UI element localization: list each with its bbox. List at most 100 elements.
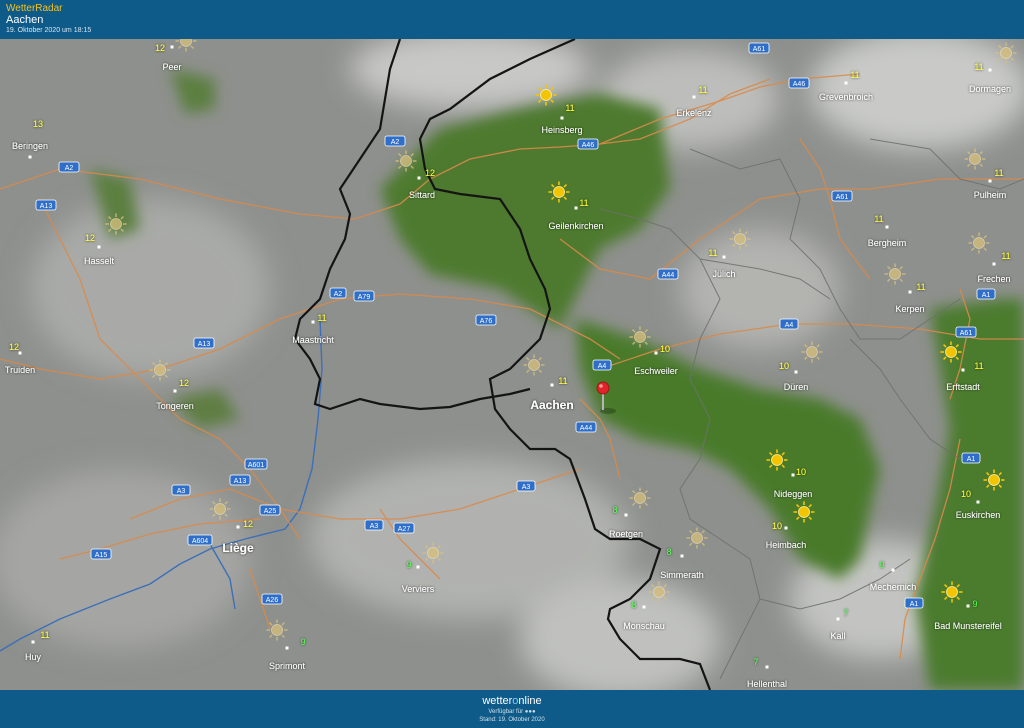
city-name: Peer bbox=[162, 62, 181, 72]
city-name: Pulheim bbox=[974, 190, 1007, 200]
temperature-label: 11 bbox=[579, 198, 588, 208]
city-dot bbox=[170, 45, 174, 49]
city-name: Roetgen bbox=[609, 529, 643, 539]
temperature-label: 11 bbox=[850, 70, 859, 80]
city-dot bbox=[173, 389, 177, 393]
city-dot bbox=[992, 262, 996, 266]
city-dot bbox=[31, 640, 35, 644]
sun-icon bbox=[395, 150, 417, 172]
weather-map[interactable]: A61 A46 A2 A46 A2 A13 A61 A44 A2 A79 A76… bbox=[0, 39, 1024, 690]
city-name: Kall bbox=[830, 631, 845, 641]
road-label: A3 bbox=[522, 484, 531, 491]
temperature-label: 11 bbox=[317, 313, 326, 323]
temperature-label: 11 bbox=[994, 168, 1003, 178]
road-label: A13 bbox=[40, 203, 53, 210]
road-label: A25 bbox=[264, 508, 277, 515]
city-dot bbox=[885, 225, 889, 229]
city-dot bbox=[416, 565, 420, 569]
sun-icon bbox=[941, 581, 963, 603]
temperature-label: 12 bbox=[425, 168, 435, 178]
road-label: A44 bbox=[580, 425, 593, 432]
location-title: Aachen bbox=[6, 14, 44, 26]
road-label: A79 bbox=[358, 294, 371, 301]
city-dot bbox=[794, 370, 798, 374]
city-dot bbox=[97, 245, 101, 249]
temperature-label: 13 bbox=[33, 119, 43, 129]
temperature-label: 11 bbox=[1001, 251, 1010, 261]
road-label: A4 bbox=[598, 363, 607, 370]
city-dot bbox=[791, 473, 795, 477]
temperature-label: 9 bbox=[879, 560, 884, 570]
app-header: WetterRadar Aachen 19. Oktober 2020 um 1… bbox=[0, 0, 1024, 39]
sun-icon bbox=[766, 449, 788, 471]
brand-prefix: wetter bbox=[482, 695, 513, 707]
road-label: A76 bbox=[480, 318, 493, 325]
sun-icon bbox=[983, 469, 1005, 491]
road-label: A27 bbox=[398, 526, 411, 533]
road-label: A2 bbox=[334, 291, 343, 298]
road-label: A15 bbox=[95, 552, 108, 559]
city-name: Sittard bbox=[409, 190, 435, 200]
city-name: Truiden bbox=[5, 365, 35, 375]
city-name: Jülich bbox=[712, 269, 735, 279]
temperature-label: 12 bbox=[9, 342, 19, 352]
temperature-label: 10 bbox=[772, 521, 782, 531]
temperature-label: 7 bbox=[753, 657, 758, 667]
city-name: Erftstadt bbox=[946, 382, 980, 392]
city-name: Eschweiler bbox=[634, 366, 678, 376]
road-label: A1 bbox=[910, 601, 919, 608]
temperature-label: 12 bbox=[243, 519, 253, 529]
map-canvas[interactable]: A61 A46 A2 A46 A2 A13 A61 A44 A2 A79 A76… bbox=[0, 39, 1024, 690]
road-label: A601 bbox=[248, 462, 264, 469]
city-name: Nideggen bbox=[774, 489, 813, 499]
sun-icon bbox=[535, 84, 557, 106]
city-name: Geilenkirchen bbox=[548, 221, 603, 231]
city-name: Erkelenz bbox=[676, 108, 712, 118]
road-label: A2 bbox=[391, 139, 400, 146]
temperature-label: 12 bbox=[155, 43, 165, 53]
availability-text: Verfügbar für ●●● bbox=[488, 709, 536, 715]
temperature-label: 11 bbox=[974, 62, 983, 72]
city-dot bbox=[722, 255, 726, 259]
city-dot bbox=[236, 525, 240, 529]
city-name: Düren bbox=[784, 382, 809, 392]
city-dot bbox=[680, 554, 684, 558]
road-label: A26 bbox=[266, 597, 279, 604]
app-title: WetterRadar bbox=[6, 3, 63, 14]
sun-icon bbox=[801, 341, 823, 363]
temperature-label: 11 bbox=[874, 214, 883, 224]
city-dot bbox=[692, 95, 696, 99]
city-dot bbox=[966, 604, 970, 608]
sun-icon bbox=[266, 619, 288, 641]
temperature-label: 11 bbox=[40, 630, 49, 640]
city-dot bbox=[784, 526, 788, 530]
app-footer: wetteronline Verfügbar für ●●● Stand: 19… bbox=[0, 690, 1024, 728]
sun-icon bbox=[968, 232, 990, 254]
forecast-datetime: 19. Oktober 2020 um 18:15 bbox=[6, 27, 92, 34]
city-dot bbox=[624, 513, 628, 517]
sun-icon bbox=[884, 263, 906, 285]
city-dot bbox=[961, 368, 965, 372]
city-dot bbox=[988, 68, 992, 72]
road-label: A61 bbox=[836, 194, 849, 201]
sun-icon bbox=[629, 487, 651, 509]
city-dot bbox=[560, 116, 564, 120]
brand-logo[interactable]: wetteronline bbox=[0, 695, 1024, 707]
temperature-label: 11 bbox=[565, 103, 574, 113]
city-name: Heinsberg bbox=[541, 125, 582, 135]
city-dot bbox=[550, 383, 554, 387]
road-label: A3 bbox=[370, 523, 379, 530]
city-name: Hellenthal bbox=[747, 679, 787, 689]
temperature-label: 10 bbox=[779, 361, 789, 371]
road-label: A3 bbox=[177, 488, 186, 495]
road-label: A44 bbox=[662, 272, 675, 279]
city-name: Dormagen bbox=[969, 84, 1011, 94]
data-stamp: Stand: 19. Oktober 2020 bbox=[479, 717, 545, 723]
city-dot bbox=[285, 646, 289, 650]
road-label: A1 bbox=[982, 292, 991, 299]
sun-icon bbox=[105, 213, 127, 235]
city-name: Frechen bbox=[977, 274, 1010, 284]
city-dot bbox=[642, 605, 646, 609]
temperature-label: 9 bbox=[972, 599, 977, 609]
sun-icon bbox=[995, 42, 1017, 64]
